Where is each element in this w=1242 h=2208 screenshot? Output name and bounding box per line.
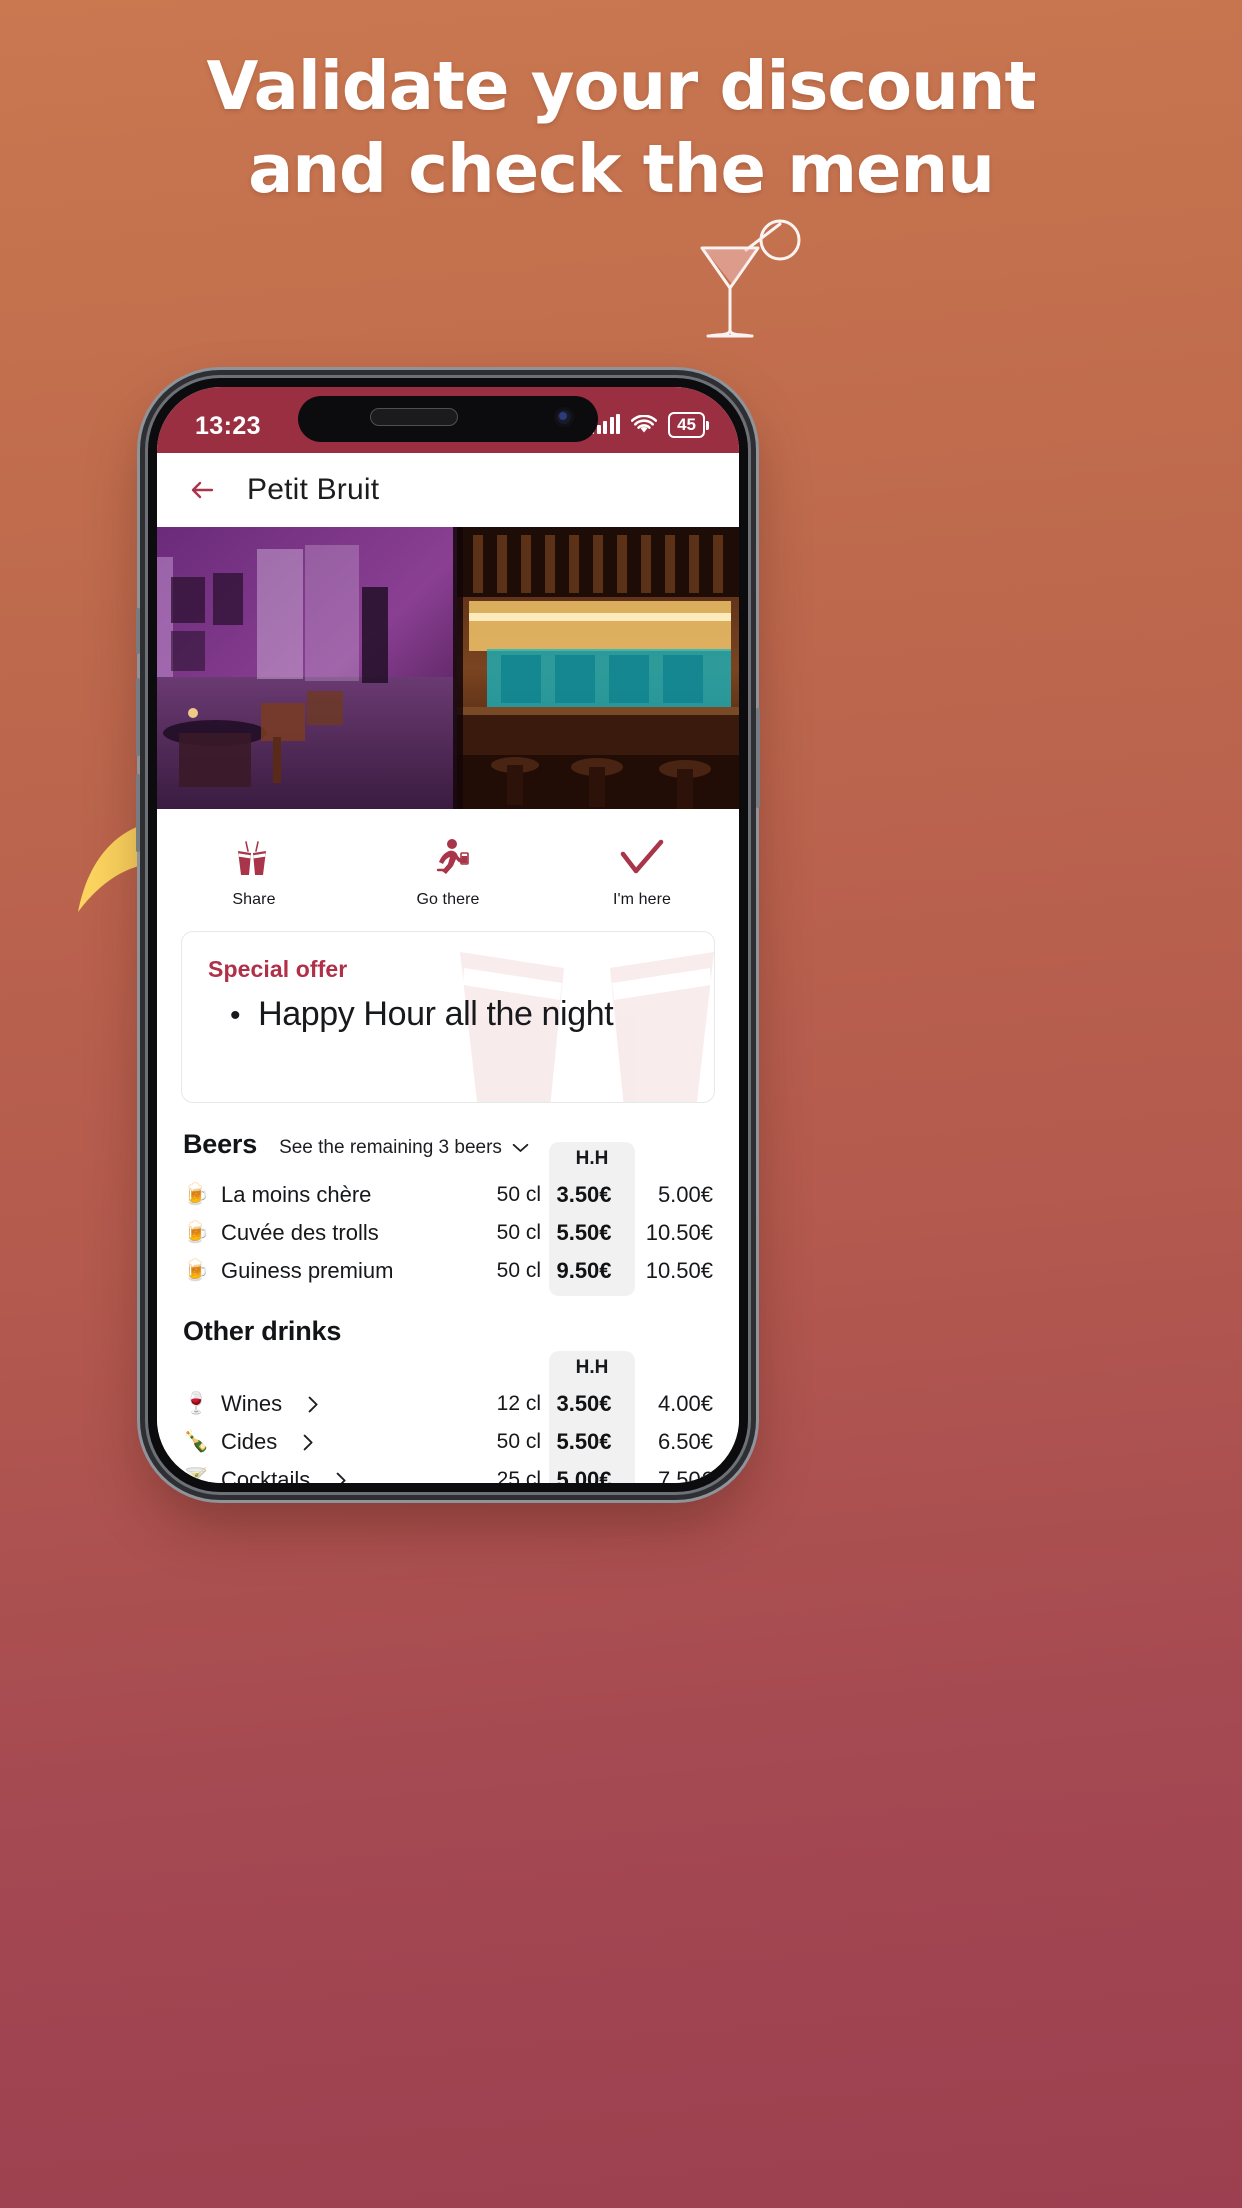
beer-price: 10.50€ [645,1258,713,1283]
table-row[interactable]: 🍷 Wines 12 cl 3.50€ 4.00€ [183,1385,713,1423]
beer-hh-price: 9.50€ [556,1258,612,1283]
special-offer-item: • Happy Hour all the night [208,995,688,1034]
app-bar: Petit Bruit [157,453,739,527]
table-row[interactable]: 🍺 La moins chère 50 cl 3.50€ 5.00€ [183,1176,713,1214]
beer-mug-icon: 🍺 [183,1259,210,1282]
beers-title: Beers [183,1129,258,1159]
drink-size: 50 cl [496,1430,541,1453]
beer-size: 50 cl [496,1183,541,1206]
drink-price: 4.00€ [657,1391,713,1416]
special-offer-card: Special offer • Happy Hour all the night [181,931,715,1103]
chevron-down-icon [512,1143,529,1152]
beer-size: 50 cl [496,1221,541,1244]
beers-section: Beers See the remaining 3 beers H.H 🍺 La … [157,1103,739,1483]
share-button[interactable]: Share [157,835,351,909]
table-row[interactable]: 🍾 Cides 50 cl 5.50€ 6.50€ [183,1423,713,1461]
page-title: Petit Bruit [247,473,380,506]
checkmark-icon [545,835,739,881]
drink-price: 6.50€ [657,1429,713,1454]
drink-name: Cocktails [221,1467,311,1483]
special-offer-item-text: Happy Hour all the night [258,995,614,1033]
drink-size: 25 cl [496,1468,541,1483]
dynamic-island [298,396,598,442]
chevron-right-icon[interactable] [308,1396,319,1413]
other-drinks-header: Other drinks [183,1316,713,1347]
beers-price-table: H.H 🍺 La moins chère 50 cl 3.50€ 5.00€ 🍺 C… [183,1142,713,1296]
venue-photo [157,527,739,809]
other-drinks-price-table: H.H 🍷 Wines 12 cl 3.50€ 4.00€ 🍾 Cides 50… [183,1351,713,1483]
bullet-icon: • [230,999,241,1032]
table-row[interactable]: 🍸 Cocktails 25 cl 5.00€ 7.50€ [183,1461,713,1483]
beer-mug-icon: 🍺 [183,1183,210,1206]
phone-volume-down-button [136,774,140,852]
battery-level: 45 [677,414,696,434]
drink-hh-price: 5.00€ [556,1467,612,1483]
beer-price: 10.50€ [645,1220,713,1245]
cocktail-glass-icon: 🍸 [183,1468,210,1483]
beer-mug-icon: 🍺 [183,1221,210,1244]
cider-glass-icon: 🍾 [183,1430,210,1453]
im-here-label: I'm here [612,891,672,908]
chevron-right-icon[interactable] [303,1434,314,1451]
action-row: Share Go there I'm here [157,809,739,927]
im-here-button[interactable]: I'm here [545,835,739,909]
running-person-icon [351,835,545,881]
wifi-icon [631,414,658,433]
other-drinks-title: Other drinks [183,1316,342,1346]
headline-line-1: Validate your discount [206,47,1036,125]
drink-price: 7.50€ [657,1467,713,1483]
see-remaining-beers-label: See the remaining 3 beers [279,1137,502,1158]
beer-size: 50 cl [496,1259,541,1282]
status-bar: 13:23 45 [157,387,739,453]
share-label: Share [232,891,276,908]
beer-name: Guiness premium [221,1258,394,1283]
promo-headline: Validate your discount and check the men… [0,51,1242,208]
go-there-button[interactable]: Go there [351,835,545,909]
table-row[interactable]: 🍺 Cuvée des trolls 50 cl 5.50€ 10.50€ [183,1214,713,1252]
back-arrow-icon[interactable] [187,475,217,505]
phone-power-button [756,708,760,808]
drink-hh-price: 5.50€ [556,1429,612,1454]
cheers-glasses-icon [157,835,351,881]
headline-line-2: and check the menu [248,130,995,208]
drink-size: 12 cl [496,1392,541,1415]
battery-indicator: 45 [668,411,709,439]
earpiece-speaker-icon [370,408,458,426]
phone-mockup: 13:23 45 Petit Bruit Share Go there I'm … [136,378,760,1492]
table-row[interactable]: 🍺 Guiness premium 50 cl 9.50€ 10.50€ [183,1252,713,1290]
special-offer-section: Special offer • Happy Hour all the night [157,927,739,1103]
beer-price: 5.00€ [657,1182,713,1207]
drink-name: Wines [221,1391,283,1416]
chevron-right-icon[interactable] [336,1472,347,1484]
see-remaining-beers-link[interactable]: See the remaining 3 beers [279,1137,529,1159]
beer-name: Cuvée des trolls [221,1220,379,1245]
phone-screen: 13:23 45 Petit Bruit Share Go there I'm … [157,387,739,1483]
beer-name: La moins chère [221,1182,372,1207]
front-camera-icon [554,407,574,427]
drink-hh-price: 3.50€ [556,1391,612,1416]
wine-glass-icon: 🍷 [183,1392,210,1415]
beer-hh-price: 3.50€ [556,1182,612,1207]
drink-name: Cides [221,1429,278,1454]
go-there-label: Go there [416,891,480,908]
cocktail-glass-doodle-icon [700,219,801,338]
status-bar-time: 13:23 [195,411,261,440]
beer-hh-price: 5.50€ [556,1220,612,1245]
